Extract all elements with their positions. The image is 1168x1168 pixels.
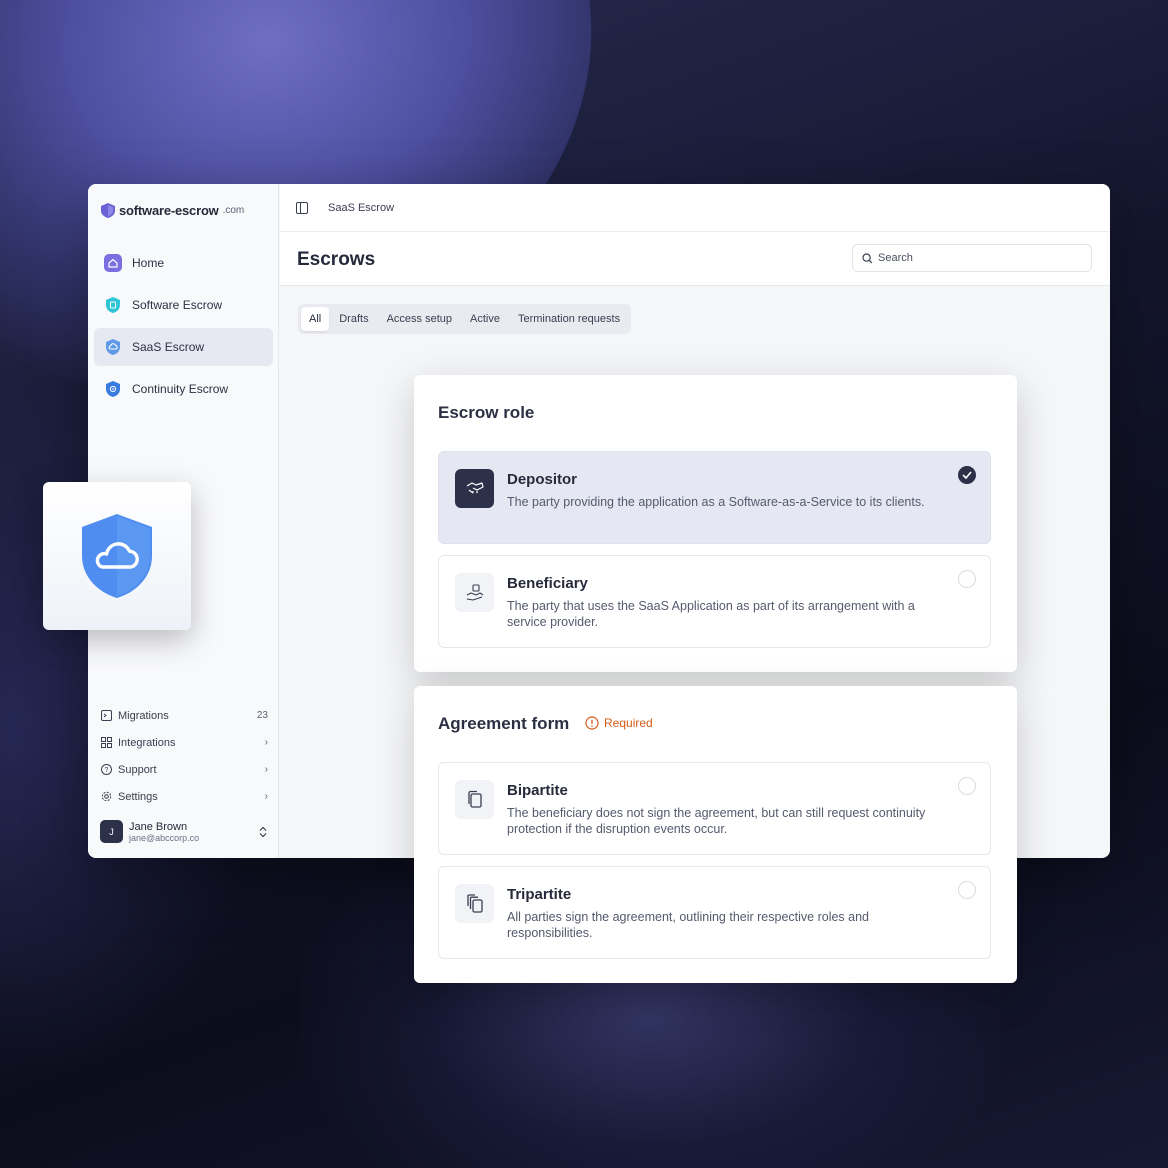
sidebar-item-saas-escrow[interactable]: SaaS Escrow <box>94 328 273 366</box>
sidebar-link-label: Settings <box>118 790 158 803</box>
checkmark-icon <box>962 471 972 479</box>
copy-document-icon <box>455 780 494 819</box>
stacked-documents-icon <box>455 884 494 923</box>
required-badge: Required <box>585 716 653 730</box>
grid-icon <box>100 737 112 749</box>
sidebar-link-label: Integrations <box>118 736 176 749</box>
sidebar-link-support[interactable]: ? Support › <box>100 756 268 783</box>
breadcrumb[interactable]: SaaS Escrow <box>328 202 394 214</box>
logo-icon <box>101 203 115 218</box>
brand-suffix: .com <box>222 205 245 216</box>
sidebar-toggle-icon[interactable] <box>296 201 308 214</box>
user-account-switcher[interactable]: J Jane Brown jane@abccorp.co <box>100 820 268 843</box>
sidebar-link-integrations[interactable]: Integrations › <box>100 729 268 756</box>
required-label: Required <box>604 716 653 730</box>
agreement-option-tripartite[interactable]: Tripartite All parties sign the agreemen… <box>438 866 991 959</box>
sidebar-link-label: Migrations <box>118 709 169 722</box>
sidebar-link-migrations[interactable]: Migrations 23 <box>100 702 268 729</box>
chevron-up-down-icon <box>259 826 267 837</box>
help-icon: ? <box>100 764 112 776</box>
tab-termination-requests[interactable]: Termination requests <box>510 307 628 331</box>
sidebar-item-continuity-escrow[interactable]: Continuity Escrow <box>94 370 273 408</box>
agreement-option-bipartite[interactable]: Bipartite The beneficiary does not sign … <box>438 762 991 855</box>
user-info: Jane Brown jane@abccorp.co <box>129 821 258 843</box>
search-box[interactable] <box>852 244 1092 272</box>
home-icon <box>104 254 122 272</box>
user-email: jane@abccorp.co <box>129 832 200 843</box>
alert-circle-icon <box>585 716 599 730</box>
option-title: Bipartite <box>507 782 568 799</box>
sidebar-link-label: Support <box>118 763 157 776</box>
gear-icon <box>100 791 112 803</box>
sidebar-item-home[interactable]: Home <box>94 244 273 282</box>
option-description: The party that uses the SaaS Application… <box>507 599 915 629</box>
chevron-right-icon: › <box>264 764 268 775</box>
sidebar-item-label: Continuity Escrow <box>132 382 229 396</box>
page-header: Escrows <box>280 232 1110 286</box>
continuity-shield-icon <box>104 380 122 398</box>
hand-receive-icon <box>455 573 494 612</box>
radio-checked[interactable] <box>958 466 976 484</box>
topbar: SaaS Escrow <box>280 184 1110 232</box>
avatar: J <box>100 820 123 843</box>
sidebar-footer-links: Migrations 23 Integrations › ? Support ›… <box>100 702 268 810</box>
terminal-icon <box>100 710 112 722</box>
software-shield-icon <box>104 296 122 314</box>
tab-drafts[interactable]: Drafts <box>331 307 376 331</box>
search-input[interactable] <box>878 252 1078 264</box>
brand-name: software-escrow <box>119 203 219 218</box>
cloud-shield-icon <box>104 338 122 356</box>
sidebar-nav: Home Software Escrow SaaS Escrow Continu… <box>94 244 273 412</box>
option-description: The party providing the application as a… <box>507 495 925 509</box>
sidebar-item-software-escrow[interactable]: Software Escrow <box>94 286 273 324</box>
saas-escrow-badge-card <box>43 482 191 630</box>
cloud-shield-icon <box>82 514 152 598</box>
option-title: Tripartite <box>507 886 572 903</box>
section-title: Escrow role <box>438 403 535 422</box>
sidebar-item-label: Software Escrow <box>132 298 223 312</box>
tab-all[interactable]: All <box>301 307 330 331</box>
page-title: Escrows <box>297 249 376 270</box>
section-title: Agreement form <box>438 714 570 733</box>
tab-access-setup[interactable]: Access setup <box>379 307 460 331</box>
search-icon <box>862 252 873 263</box>
svg-text:?: ? <box>104 767 108 774</box>
tab-active[interactable]: Active <box>462 307 508 331</box>
user-name: Jane Brown <box>129 820 188 833</box>
sidebar-link-settings[interactable]: Settings › <box>100 783 268 810</box>
chevron-right-icon: › <box>264 737 268 748</box>
option-title: Depositor <box>507 471 578 488</box>
status-tabs: All Drafts Access setup Active Terminati… <box>298 304 632 334</box>
escrow-role-panel: Escrow role Depositor The party providin… <box>414 375 1017 672</box>
option-description: The beneficiary does not sign the agreem… <box>507 806 926 836</box>
radio-unchecked[interactable] <box>958 777 976 795</box>
sidebar-item-label: Home <box>132 256 165 270</box>
sidebar-item-label: SaaS Escrow <box>132 340 205 354</box>
radio-unchecked[interactable] <box>958 570 976 588</box>
chevron-right-icon: › <box>264 791 268 802</box>
radio-unchecked[interactable] <box>958 881 976 899</box>
option-title: Beneficiary <box>507 575 588 592</box>
role-option-beneficiary[interactable]: Beneficiary The party that uses the SaaS… <box>438 555 991 648</box>
brand-logo[interactable]: software-escrow .com <box>101 203 244 218</box>
agreement-form-panel: Agreement form Required Bipartite The be… <box>414 686 1017 983</box>
role-option-depositor[interactable]: Depositor The party providing the applic… <box>438 451 991 544</box>
option-description: All parties sign the agreement, outlinin… <box>507 910 870 940</box>
handshake-code-icon <box>455 469 494 508</box>
migrations-count: 23 <box>256 710 268 721</box>
